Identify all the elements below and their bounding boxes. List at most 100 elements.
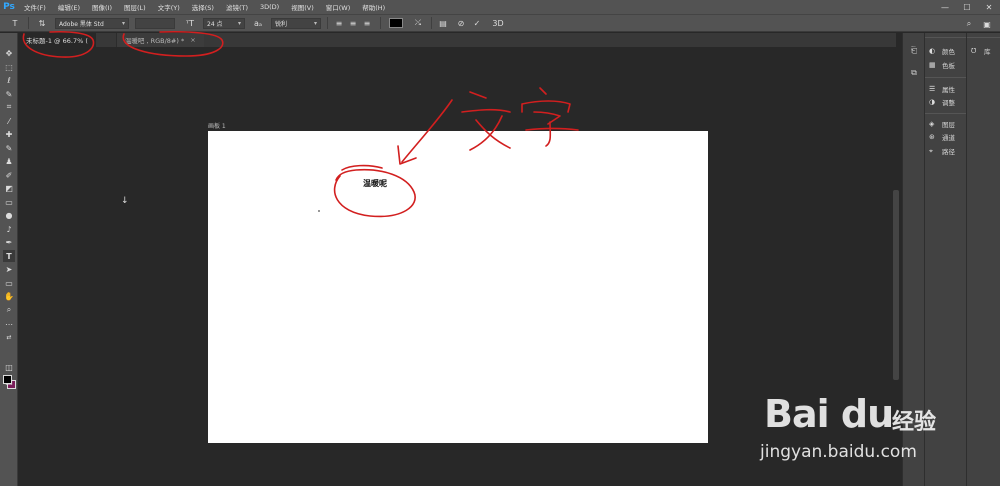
menu-bar: Ps 文件(F) 编辑(E) 图像(I) 图层(L) 文字(Y) 选择(S) 滤… [0, 0, 1000, 14]
font-family-select[interactable]: Adobe 黑体 Std ▾ [55, 17, 129, 29]
panel-grip[interactable] [925, 113, 966, 116]
align-center-icon[interactable]: ≡ [346, 17, 360, 29]
path-selection-tool-icon[interactable]: ➤ [3, 263, 15, 275]
panel-item-layers[interactable]: ◈ 图层 [929, 118, 955, 130]
antialias-select[interactable]: 锐利 ▾ [271, 17, 321, 29]
gradient-tool-icon[interactable]: ▭ [3, 196, 15, 208]
menu-edit[interactable]: 编辑(E) [52, 2, 86, 12]
window-controls: — ☐ ✕ [934, 0, 1000, 14]
minimize-button[interactable]: — [934, 0, 956, 14]
tab-label: 未标题-1 @ 66.7% ( [26, 37, 88, 45]
lasso-tool-icon[interactable]: ℓ [3, 74, 15, 86]
warp-text-icon[interactable]: ⤯ [411, 17, 425, 29]
library-dock: ᘮ库 [966, 33, 1000, 486]
maximize-button[interactable]: ☐ [956, 0, 978, 14]
artboard-canvas[interactable] [208, 131, 708, 443]
quick-select-tool-icon[interactable]: ✎ [3, 88, 15, 100]
move-tool-icon[interactable]: ✥ [3, 47, 15, 59]
menu-type[interactable]: 文字(Y) [152, 2, 186, 12]
panel-grip[interactable] [967, 37, 1000, 40]
menu-file[interactable]: 文件(F) [18, 2, 52, 12]
document-tabs: 未标题-1 @ 66.7% ( 温暖吧 , RGB/8#) * × [18, 33, 896, 47]
type-tool-preset-icon[interactable]: T [8, 17, 22, 29]
panel-label: 库 [984, 48, 991, 56]
panel-label: 色板 [942, 62, 955, 70]
vertical-scrollbar[interactable] [893, 190, 899, 380]
font-style-select[interactable] [135, 17, 175, 29]
workspace-icon[interactable]: ▣ [980, 18, 994, 30]
cursor-dot [318, 210, 320, 212]
panel-item-channels[interactable]: ⊛ 通道 [929, 131, 955, 143]
foreground-color-swatch[interactable] [3, 375, 12, 384]
clone-stamp-tool-icon[interactable]: ♟ [3, 155, 15, 167]
artboard-label[interactable]: 画板 1 [208, 121, 226, 130]
character-panel-icon[interactable]: ▤ [436, 17, 450, 29]
panel-item-adjustments[interactable]: ◑ 调整 [929, 96, 955, 108]
tab-document-2[interactable]: 温暖吧 , RGB/8#) * × [115, 33, 204, 47]
panel-item-paths[interactable]: ⌖ 路径 [929, 145, 955, 157]
panel-item-color[interactable]: ◐ 颜色 [929, 45, 955, 57]
photoshop-logo-icon: Ps [3, 2, 15, 12]
chevron-down-icon: ▾ [237, 19, 241, 27]
separator [28, 17, 29, 29]
properties-icon: ☰ [929, 85, 936, 93]
panel-item-libraries[interactable]: ᘮ库 [971, 45, 991, 57]
layers-icon: ◈ [929, 120, 935, 128]
align-right-icon[interactable]: ≡ [360, 17, 374, 29]
commit-check-icon[interactable]: ✓ [470, 17, 484, 29]
crop-tool-icon[interactable]: ⌗ [3, 101, 15, 113]
type-tool-icon[interactable]: T [3, 250, 15, 262]
tools-panel: ✥ ⬚ ℓ ✎ ⌗ ⁄ ✚ ✎ ♟ ✐ ◩ ▭ ● ♪ ✒ T ➤ ▭ ✋ ⌕ … [0, 33, 18, 486]
panel-item-properties[interactable]: ☰ 属性 [929, 83, 955, 95]
font-size-icon: ᵀT [186, 18, 194, 28]
menu-select[interactable]: 选择(S) [186, 2, 220, 12]
menu-layer[interactable]: 图层(L) [118, 2, 152, 12]
close-button[interactable]: ✕ [978, 0, 1000, 14]
hand-tool-icon[interactable]: ✋ [3, 290, 15, 302]
search-icon[interactable]: ⌕ [962, 18, 976, 30]
cancel-icon[interactable]: ⊘ [454, 17, 468, 29]
marquee-tool-icon[interactable]: ⬚ [3, 61, 15, 73]
menu-filter[interactable]: 滤镜(T) [220, 2, 254, 12]
quick-mask-icon[interactable]: ◫ [3, 361, 15, 373]
jingyan-watermark: 经验 [892, 410, 937, 435]
zoom-tool-icon[interactable]: ⌕ [3, 304, 15, 316]
swatches-icon: ▦ [929, 61, 936, 69]
text-color-swatch[interactable] [389, 18, 403, 28]
menu-image[interactable]: 图像(I) [86, 2, 118, 12]
panel-grip[interactable] [925, 77, 966, 80]
menu-3d[interactable]: 3D(D) [254, 3, 285, 11]
history-brush-tool-icon[interactable]: ✐ [3, 169, 15, 181]
close-icon[interactable]: × [190, 36, 195, 44]
actions-panel-icon[interactable]: ⧉ [908, 67, 920, 79]
channels-icon: ⊛ [929, 133, 935, 141]
antialias-value: 锐利 [275, 20, 288, 28]
healing-brush-tool-icon[interactable]: ✚ [3, 128, 15, 140]
swap-colors-icon[interactable]: ⇄ [3, 331, 15, 343]
panel-grip[interactable] [925, 37, 966, 40]
brush-tool-icon[interactable]: ✎ [3, 142, 15, 154]
panel-label: 调整 [942, 99, 955, 107]
eraser-tool-icon[interactable]: ◩ [3, 182, 15, 194]
align-left-icon[interactable]: ≡ [332, 17, 346, 29]
more-tools-icon[interactable]: ⋯ [3, 318, 15, 330]
history-panel-icon[interactable]: ⎗ [908, 45, 920, 57]
font-size-value: 24 点 [207, 20, 223, 28]
panel-label: 颜色 [942, 48, 955, 56]
tab-untitled-1[interactable]: 未标题-1 @ 66.7% ( [18, 33, 96, 47]
dodge-tool-icon[interactable]: ♪ [3, 223, 15, 235]
tab-label: 温暖吧 , RGB/8#) * [124, 37, 185, 45]
pen-tool-icon[interactable]: ✒ [3, 236, 15, 248]
eyedropper-tool-icon[interactable]: ⁄ [3, 115, 15, 127]
panel-item-swatches[interactable]: ▦ 色板 [929, 59, 955, 71]
text-orientation-icon[interactable]: ⇅ [35, 17, 49, 29]
menu-view[interactable]: 视图(V) [285, 2, 320, 12]
font-size-select[interactable]: 24 点 ▾ [203, 17, 245, 29]
blur-tool-icon[interactable]: ● [3, 209, 15, 221]
text-layer[interactable]: 温暖呢 [363, 178, 387, 189]
menu-help[interactable]: 帮助(H) [356, 2, 391, 12]
rectangle-tool-icon[interactable]: ▭ [3, 277, 15, 289]
options-right: ⌕ ▣ [962, 18, 994, 30]
3d-button[interactable]: 3D [490, 17, 506, 29]
menu-window[interactable]: 窗口(W) [320, 2, 357, 12]
